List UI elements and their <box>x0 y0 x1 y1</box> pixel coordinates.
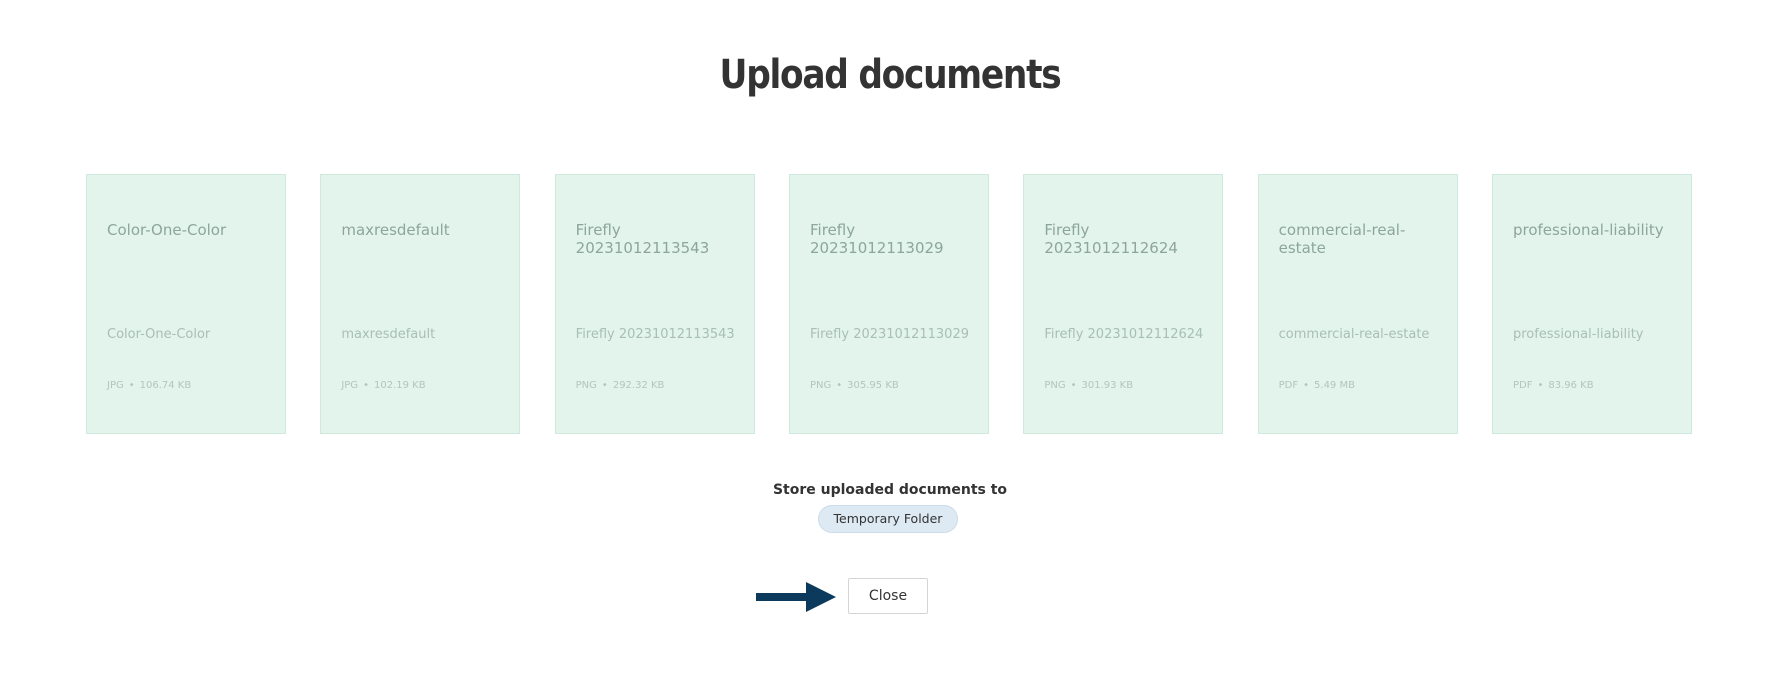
document-card-title: commercial-real-estate <box>1278 221 1406 257</box>
document-card-name: Color-One-Color <box>107 327 211 342</box>
document-card[interactable]: professional-liability professional-liab… <box>1491 174 1692 434</box>
separator-dot: • <box>601 380 608 391</box>
document-card-title: Color-One-Color <box>107 221 227 239</box>
document-card[interactable]: Firefly 20231012113029 Firefly 202310121… <box>788 174 989 434</box>
page-title: Upload documents <box>719 52 1062 98</box>
separator-dot: • <box>1303 380 1310 391</box>
document-card-name: Firefly 20231012112624 <box>1044 327 1204 342</box>
document-card-title: professional-liability <box>1512 221 1664 239</box>
document-card-meta: PDF • 5.49 MB <box>1279 380 1355 391</box>
file-size: 102.19 KB <box>373 380 426 391</box>
separator-dot: • <box>1537 380 1544 391</box>
separator-dot: • <box>128 380 135 391</box>
document-card-name: professional-liability <box>1512 327 1644 342</box>
close-button[interactable]: Close <box>848 578 928 614</box>
document-card-meta: PDF • 83.96 KB <box>1513 380 1594 391</box>
document-card[interactable]: Firefly 20231012113543 Firefly 202310121… <box>554 174 755 434</box>
file-type: PDF <box>1278 380 1299 391</box>
document-card[interactable]: Color-One-Color Color-One-Color JPG • 106.… <box>86 174 286 434</box>
document-card[interactable]: maxresdefault maxresdefault JPG • 102.19 K… <box>320 174 521 434</box>
document-card-list: Color-One-Color Color-One-Color JPG • 106.… <box>86 174 1692 436</box>
file-type: PNG <box>575 380 597 391</box>
document-card-meta: PNG • 301.93 KB <box>1044 380 1133 391</box>
document-card-meta: PNG • 305.95 KB <box>810 380 899 391</box>
file-type: PNG <box>809 380 832 391</box>
separator-dot: • <box>1070 380 1077 391</box>
document-card-name: maxresdefault <box>341 327 436 342</box>
document-card-title: Firefly 20231012113029 <box>809 221 944 257</box>
document-card-title: Firefly 20231012112624 <box>1044 221 1178 257</box>
separator-dot: • <box>363 380 369 391</box>
document-card-name: Firefly 20231012113029 <box>809 327 969 342</box>
folder-selector-pill[interactable]: Temporary Folder <box>818 505 958 533</box>
store-location-label: Store uploaded documents to <box>772 482 1008 498</box>
separator-dot: • <box>836 380 843 391</box>
document-card[interactable]: commercial-real-estate commercial-real-e… <box>1257 174 1458 434</box>
document-card-title: Firefly 20231012113543 <box>575 221 710 257</box>
file-type: PDF <box>1512 380 1533 391</box>
file-size: 305.95 KB <box>847 380 899 391</box>
file-size: 83.96 KB <box>1548 380 1594 391</box>
document-card[interactable]: Firefly 20231012112624 Firefly 202310121… <box>1023 174 1224 434</box>
file-type: PNG <box>1044 380 1066 391</box>
file-size: 5.49 MB <box>1314 380 1355 391</box>
document-card-meta: JPG • 106.74 KB <box>107 380 191 391</box>
document-card-name: Firefly 20231012113543 <box>575 327 735 342</box>
document-card-meta: PNG • 292.32 KB <box>576 380 665 391</box>
document-card-name: commercial-real-estate <box>1278 327 1430 342</box>
file-type: JPG <box>107 380 124 391</box>
arrow-right-icon <box>756 582 836 612</box>
document-card-meta: JPG • 102.19 KB <box>341 380 425 391</box>
file-size: 292.32 KB <box>612 380 665 391</box>
file-type: JPG <box>341 380 359 391</box>
document-card-title: maxresdefault <box>341 221 450 239</box>
file-size: 301.93 KB <box>1081 380 1134 391</box>
file-size: 106.74 KB <box>139 380 192 391</box>
